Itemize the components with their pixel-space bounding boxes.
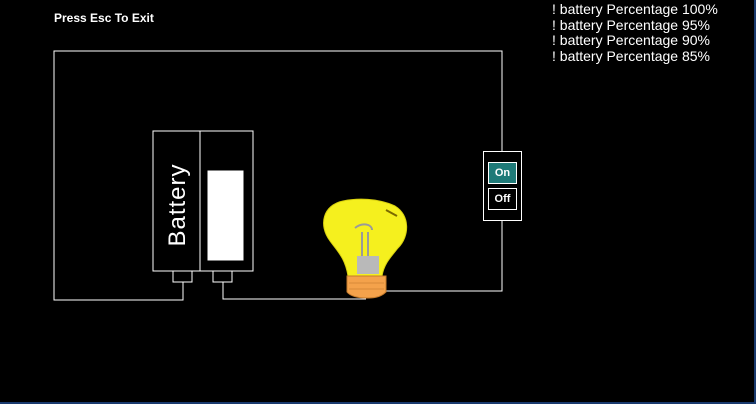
battery-label: Battery (164, 163, 191, 247)
battery-terminal-positive (212, 270, 233, 283)
wire-top (53, 50, 503, 301)
battery-charge-bar (207, 170, 244, 261)
wire-battery-to-bulb (222, 282, 366, 300)
power-switch: On Off (483, 151, 522, 221)
switch-off-button[interactable]: Off (488, 188, 517, 210)
switch-on-button[interactable]: On (488, 162, 517, 184)
bulb-neck (357, 256, 379, 274)
battery-terminal-negative (172, 270, 193, 283)
circuit-wires (53, 50, 503, 301)
light-bulb (323, 198, 408, 299)
bulb-base (346, 275, 387, 299)
circuit-scene (53, 50, 503, 301)
